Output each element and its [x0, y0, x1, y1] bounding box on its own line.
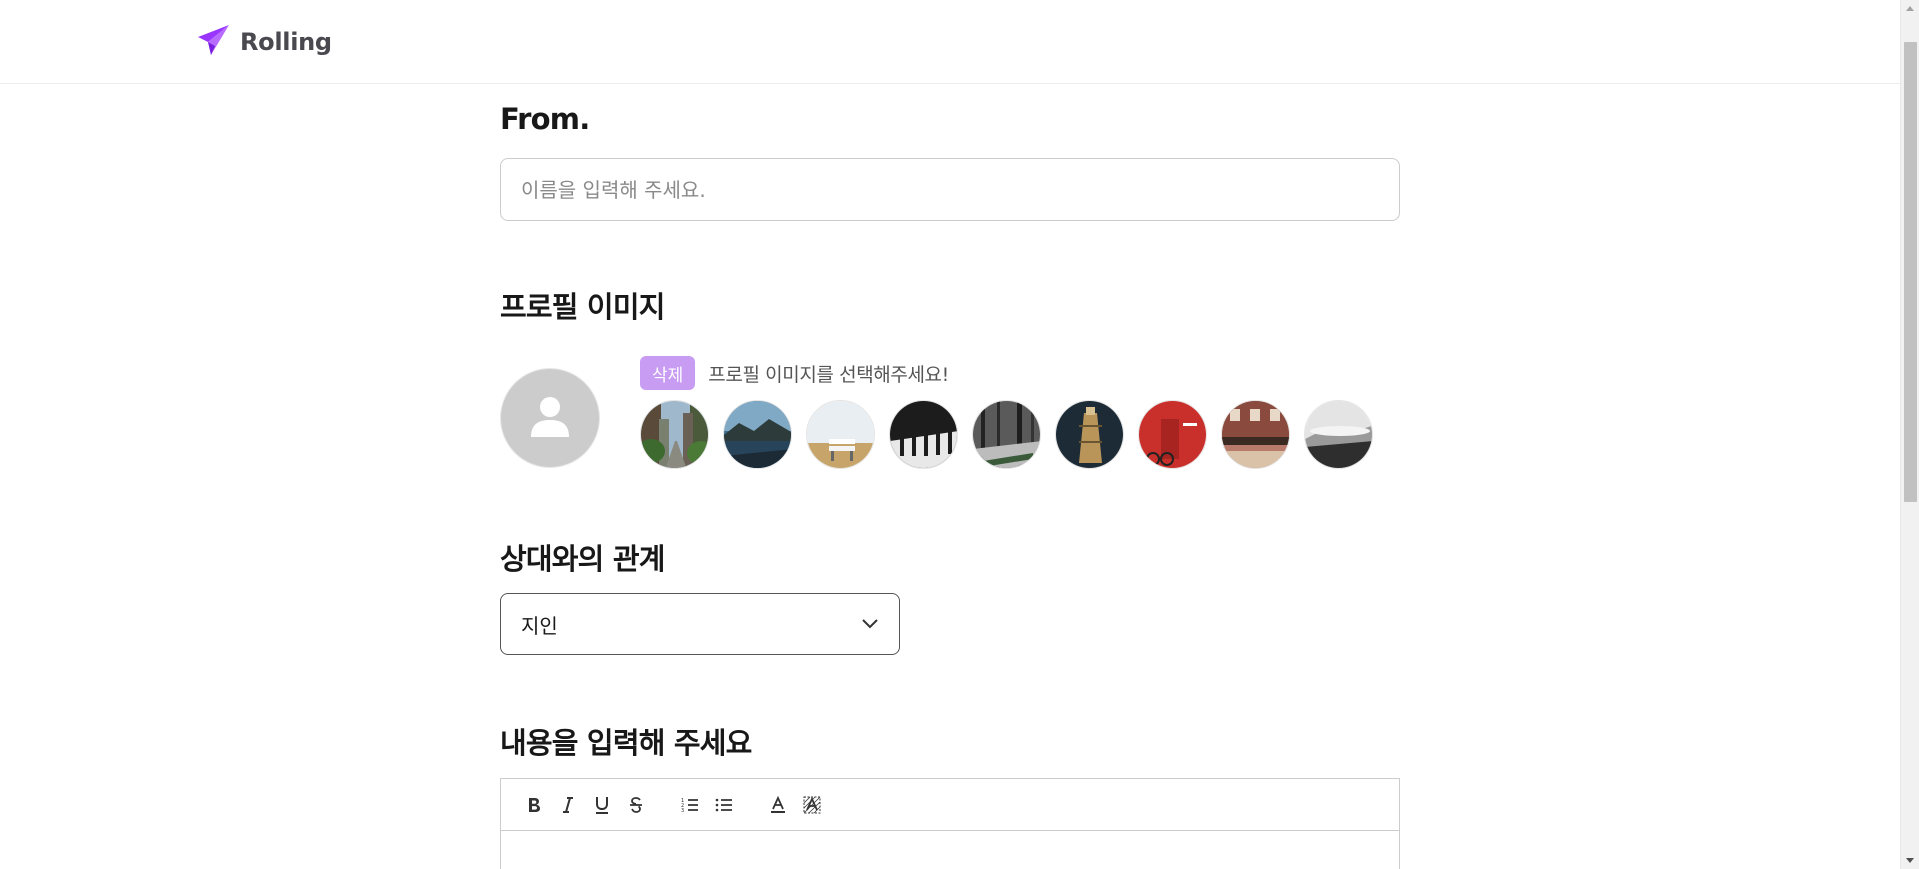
profile-thumbnails [640, 400, 1373, 469]
lighthouse-image[interactable] [1055, 400, 1124, 469]
delete-image-button[interactable]: 삭제 [640, 356, 696, 390]
profile-image-picker: 삭제 프로필 이미지를 선택해주세요! [640, 356, 1373, 469]
piano-keys-image[interactable] [889, 400, 958, 469]
mountain-lake-image[interactable] [723, 400, 792, 469]
profile-avatar [500, 368, 600, 468]
profile-image-hint: 프로필 이미지를 선택해주세요! [708, 363, 949, 386]
rich-text-editor[interactable]: 123 [500, 778, 1400, 869]
logo[interactable]: Rolling [197, 24, 332, 60]
relation-title: 상대와의 관계 [500, 542, 665, 576]
bullet-list-icon[interactable] [707, 788, 741, 822]
underline-icon[interactable] [585, 788, 619, 822]
strikethrough-icon[interactable] [619, 788, 653, 822]
misty-mountain-image[interactable] [1304, 400, 1373, 469]
city-street-image[interactable] [640, 400, 709, 469]
scroll-up-arrow-icon[interactable] [1906, 6, 1914, 11]
background-color-icon[interactable] [795, 788, 829, 822]
bold-icon[interactable] [517, 788, 551, 822]
svg-text:3: 3 [681, 808, 684, 813]
street-cafe-image[interactable] [1221, 400, 1290, 469]
page-scrollbar[interactable] [1900, 0, 1919, 869]
italic-icon[interactable] [551, 788, 585, 822]
forest-stream-image[interactable] [972, 400, 1041, 469]
relation-select-value: 지인 [521, 613, 558, 638]
text-color-icon[interactable] [761, 788, 795, 822]
from-name-input[interactable] [500, 158, 1400, 221]
from-title: From. [500, 102, 590, 136]
ordered-list-icon[interactable]: 123 [673, 788, 707, 822]
profile-image-title: 프로필 이미지 [500, 290, 665, 324]
editor-toolbar: 123 [501, 779, 1399, 831]
white-bench-image[interactable] [806, 400, 875, 469]
relation-select[interactable]: 지인 [500, 593, 900, 655]
logo-text: Rolling [240, 28, 332, 56]
paper-plane-icon [197, 24, 231, 60]
chevron-down-icon [861, 615, 879, 634]
scrollbar-thumb[interactable] [1904, 42, 1917, 502]
content-title: 내용을 입력해 주세요 [500, 726, 752, 760]
top-header: Rolling [0, 0, 1900, 84]
person-icon [527, 393, 573, 443]
scroll-down-arrow-icon[interactable] [1906, 858, 1914, 863]
red-door-image[interactable] [1138, 400, 1207, 469]
